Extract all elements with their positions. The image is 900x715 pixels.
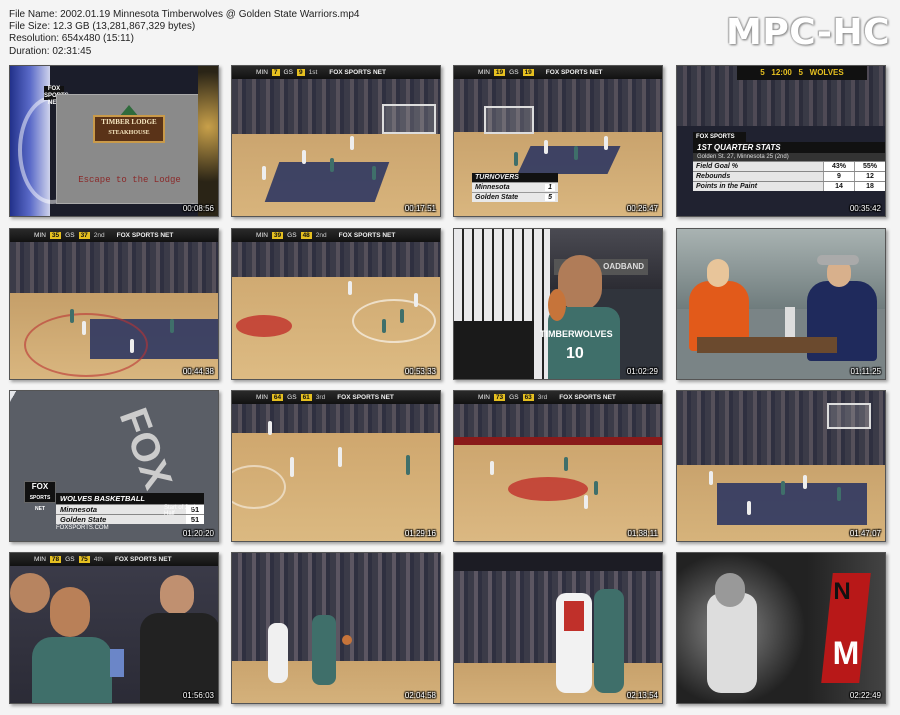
ad-tagline: Escape to the Lodge [78,175,181,185]
timestamp: 02:13:54 [626,691,658,700]
timestamp: 00:17:51 [404,204,436,213]
jersey-number: 10 [566,345,584,362]
thumbnail-13[interactable]: MIN 78 GS 75 4th FOX SPORTS NET 01:56:03 [9,552,219,704]
scorebug: MIN 64 GS 61 3rd FOX SPORTS NET [232,391,440,404]
thumbnail-grid: FOXSPORTS NET TIMBER LODGE STEAKHOUSE Es… [0,0,900,715]
scorebug: MIN 19 GS 19 FOX SPORTS NET [454,66,662,79]
thumbnail-6[interactable]: MIN 39 GS 48 2nd FOX SPORTS NET 00:53:33 [231,228,441,380]
timestamp: 00:44:38 [182,367,214,376]
timestamp: 00:08:56 [182,204,214,213]
scorebug: MIN 73 GS 63 3rd FOX SPORTS NET [454,391,662,404]
scorebug: MIN 7 GS 9 1st FOX SPORTS NET [232,66,440,79]
quarter-stats-graphic: 1ST QUARTER STATS Golden St. 27, Minneso… [693,142,885,191]
jersey-text: TIMBERWOLVES [540,329,613,339]
timber-lodge-ad: TIMBER LODGE STEAKHOUSE Escape to the Lo… [56,94,203,204]
timestamp: 01:02:29 [626,367,658,376]
timestamp: 01:29:16 [404,529,436,538]
thumbnail-11[interactable]: MIN 73 GS 63 3rd FOX SPORTS NET 01:38:11 [453,390,663,542]
thumbnail-14[interactable]: 02:04:58 [231,552,441,704]
timber-lodge-logo: TIMBER LODGE STEAKHOUSE [93,115,165,143]
thumbnail-5[interactable]: MIN 35 GS 37 2nd FOX SPORTS NET 00:44:38 [9,228,219,380]
timestamp: 01:11:25 [850,367,881,376]
timestamp: 01:56:03 [182,691,214,700]
thumbnail-7[interactable]: OADBAND TIMBERWOLVES 10 01:02:29 [453,228,663,380]
timestamp: 00:35:42 [849,204,881,213]
thumbnail-3[interactable]: MIN 19 GS 19 FOX SPORTS NET TURNOVERS Mi… [453,65,663,217]
timestamp: 00:26:47 [626,204,658,213]
scorebug: MIN 39 GS 48 2nd FOX SPORTS NET [232,229,440,242]
timestamp: 02:04:58 [404,691,436,700]
timestamp: 01:47:07 [849,529,881,538]
thumbnail-1[interactable]: FOXSPORTS NET TIMBER LODGE STEAKHOUSE Es… [9,65,219,217]
thumbnail-9[interactable]: FOX FOX SPORTS NET WOLVES BASKETBALL Minn… [9,390,219,542]
timestamp: 02:22:49 [849,691,881,700]
thumbnail-16[interactable]: M N 02:22:49 [676,552,886,704]
timestamp: 00:53:33 [404,367,436,376]
thumbnail-4[interactable]: 5 12:00 5 WOLVES FOX SPORTS NET 1ST QUAR… [676,65,886,217]
scorebug: MIN 35 GS 37 2nd FOX SPORTS NET [10,229,218,242]
timestamp: 01:38:11 [627,529,658,538]
thumbnail-10[interactable]: MIN 64 GS 61 3rd FOX SPORTS NET 01:29:16 [231,390,441,542]
thumbnail-8[interactable]: 01:11:25 [676,228,886,380]
thumbnail-15[interactable]: 02:13:54 [453,552,663,704]
turnovers-graphic: TURNOVERS Minnesota 1 Golden State 5 [472,173,558,202]
scorebug: MIN 78 GS 75 4th FOX SPORTS NET [10,553,218,566]
thumbnail-2[interactable]: MIN 7 GS 9 1st FOX SPORTS NET 00:17:51 [231,65,441,217]
lower-third-graphic: WOLVES BASKETBALL Minnesota 51 Golden Sta… [24,493,204,531]
timestamp: 01:20:20 [182,529,214,538]
thumbnail-12[interactable]: 01:47:07 [676,390,886,542]
